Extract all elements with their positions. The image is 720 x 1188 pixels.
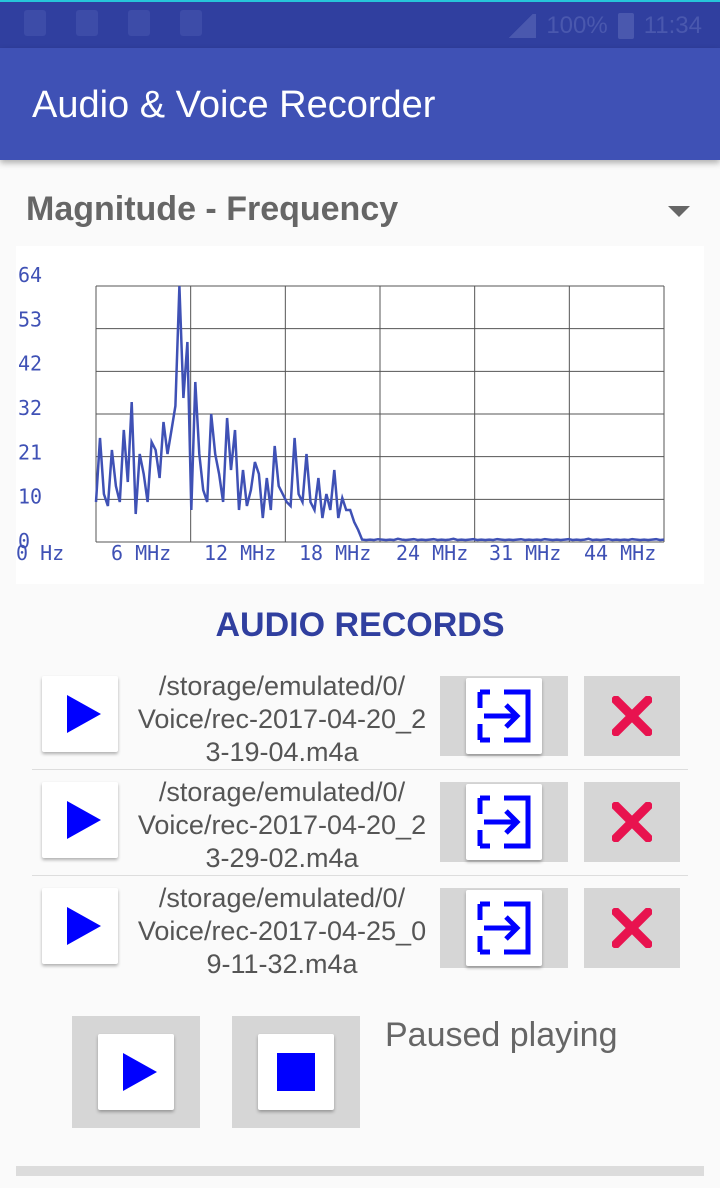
chart-mode-spinner[interactable]: Magnitude - Frequency — [26, 190, 706, 240]
y-tick-label: 42 — [18, 352, 42, 376]
record-path-line: /storage/emulated/0/ — [158, 671, 406, 701]
y-tick-label: 53 — [18, 307, 42, 331]
notification-icons — [24, 10, 202, 36]
export-icon — [477, 689, 531, 743]
record-path-line: /storage/emulated/0/ — [158, 883, 406, 913]
export-record-button[interactable] — [466, 784, 542, 860]
record-path-line: 3-29-02.m4a — [205, 843, 359, 873]
export-record-button-area — [440, 782, 568, 862]
export-icon — [477, 901, 531, 955]
delete-record-button[interactable] — [584, 782, 680, 862]
y-tick-label: 64 — [18, 263, 42, 287]
record-path: /storage/emulated/0/ Voice/rec-2017-04-2… — [128, 776, 436, 875]
record-path-line: Voice/rec-2017-04-25_0 — [137, 916, 427, 946]
play-record-button[interactable] — [42, 676, 118, 752]
play-icon — [123, 1053, 157, 1091]
record-path-line: /storage/emulated/0/ — [158, 777, 406, 807]
stop-icon — [277, 1053, 315, 1091]
x-tick-label: 6 MHz — [111, 541, 171, 565]
x-tick-label: 44 MHz — [584, 541, 656, 565]
android-icon — [76, 10, 98, 36]
battery-icon — [617, 13, 634, 39]
record-path: /storage/emulated/0/ Voice/rec-2017-04-2… — [128, 670, 436, 769]
play-icon — [67, 695, 101, 733]
player-play-button-area — [72, 1016, 200, 1128]
record-row: /storage/emulated/0/ Voice/rec-2017-04-2… — [32, 876, 688, 974]
player-stop-button-area — [232, 1016, 360, 1128]
chart-svg: 64534232211000 Hz 6 MHz 12 MHz 18 MHz 24 MHz… — [16, 263, 665, 565]
record-path-line: 3-19-04.m4a — [205, 737, 359, 767]
signal-icon — [506, 14, 537, 38]
x-tick-label: 31 MHz — [489, 541, 561, 565]
x-tick-label: 18 MHz — [299, 541, 371, 565]
bottom-divider — [16, 1166, 704, 1176]
delete-record-button[interactable] — [584, 888, 680, 968]
download-icon — [24, 10, 46, 36]
play-record-button[interactable] — [42, 888, 118, 964]
frequency-chart: 64 53 42 32 21 10 0 0 Hz 6 MHz 12 MHz 18 MHz 24 MHz… — [16, 246, 704, 584]
x-tick-label: 12 MHz — [204, 541, 276, 565]
export-record-button[interactable] — [466, 678, 542, 754]
status-bar: 100% 11:34 — [0, 0, 720, 48]
play-icon — [67, 801, 101, 839]
close-icon — [612, 802, 652, 842]
status-right: 100% 11:34 — [506, 12, 702, 40]
audio-records-title: AUDIO RECORDS — [215, 606, 505, 644]
export-record-button-area — [440, 888, 568, 968]
record-row: /storage/emulated/0/ Voice/rec-2017-04-2… — [32, 664, 688, 770]
x-tick-label: 0 Hz — [16, 541, 64, 565]
close-icon — [612, 696, 652, 736]
clock: 11:34 — [643, 12, 702, 39]
delete-record-button[interactable] — [584, 676, 680, 756]
player-play-button[interactable] — [98, 1034, 174, 1110]
android-debug-icon — [180, 10, 202, 36]
export-record-button-area — [440, 676, 568, 756]
battery-percent: 100% — [546, 12, 608, 39]
player-status-text: Paused playing — [385, 1016, 618, 1054]
usb-icon — [128, 10, 150, 36]
spinner-selected-value: Magnitude - Frequency — [26, 190, 399, 228]
y-tick-label: 21 — [18, 440, 42, 464]
close-icon — [612, 908, 652, 948]
app-bar: Audio & Voice Recorder — [0, 48, 720, 160]
y-tick-label: 10 — [18, 485, 42, 509]
play-record-button[interactable] — [42, 782, 118, 858]
records-list[interactable]: /storage/emulated/0/ Voice/rec-2017-04-2… — [32, 664, 688, 974]
y-tick-label: 32 — [18, 396, 42, 420]
play-icon — [67, 907, 101, 945]
record-path-line: Voice/rec-2017-04-20_2 — [137, 810, 427, 840]
x-tick-label: 24 MHz — [396, 541, 468, 565]
export-icon — [477, 795, 531, 849]
app-title: Audio & Voice Recorder — [32, 84, 436, 126]
export-record-button[interactable] — [466, 890, 542, 966]
record-path: /storage/emulated/0/ Voice/rec-2017-04-2… — [128, 882, 436, 974]
record-path-line: 9-11-32.m4a — [206, 949, 358, 974]
record-path-line: Voice/rec-2017-04-20_2 — [137, 704, 427, 734]
record-row: /storage/emulated/0/ Voice/rec-2017-04-2… — [32, 770, 688, 876]
player-stop-button[interactable] — [258, 1034, 334, 1110]
dropdown-arrow-icon — [668, 206, 690, 217]
